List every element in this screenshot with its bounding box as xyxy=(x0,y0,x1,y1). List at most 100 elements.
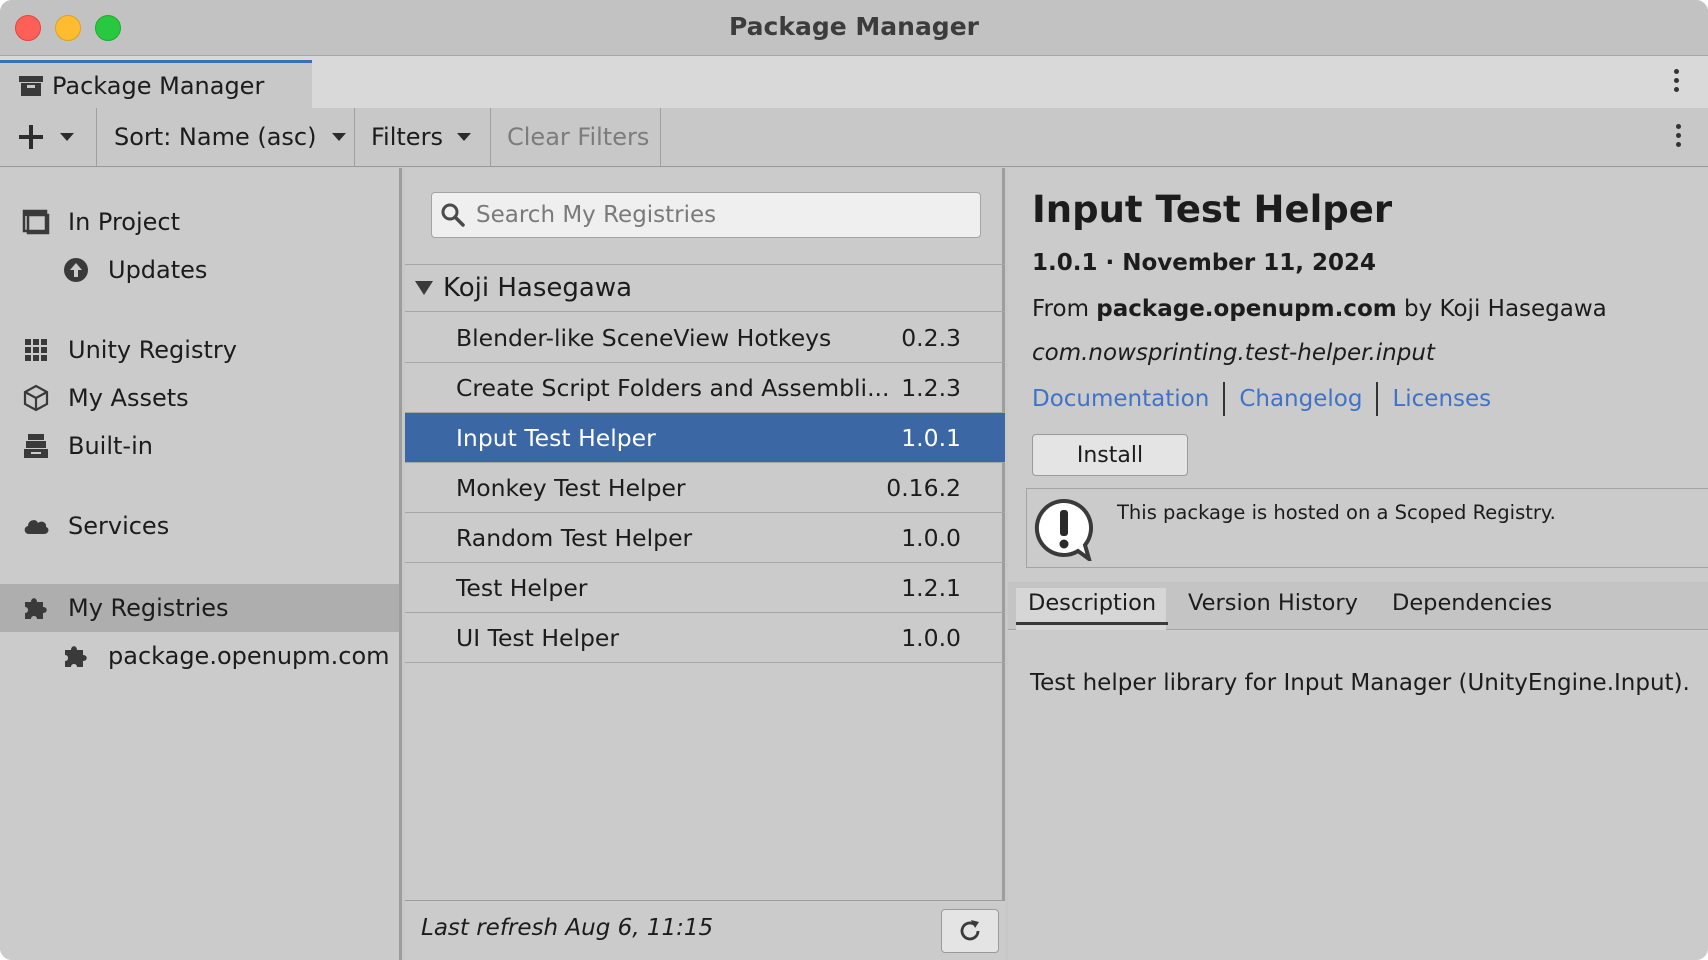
clear-filters-button[interactable]: Clear Filters xyxy=(491,108,661,166)
clear-filters-label: Clear Filters xyxy=(507,123,650,151)
sidebar-item-label: My Registries xyxy=(68,594,229,622)
chevron-down-icon xyxy=(456,133,471,141)
tab-package-manager[interactable]: Package Manager xyxy=(0,60,312,108)
package-version: 0.16.2 xyxy=(886,473,961,502)
package-id: com.nowsprinting.test-helper.input xyxy=(1032,340,1435,366)
package-name: Input Test Helper xyxy=(456,423,656,452)
tab-dependencies[interactable]: Dependencies xyxy=(1392,590,1552,616)
link-divider xyxy=(1223,382,1226,416)
toolbar-more-menu-icon[interactable] xyxy=(1674,124,1682,150)
expand-triangle-icon[interactable] xyxy=(415,281,433,295)
built-in-icon xyxy=(22,432,50,460)
add-package-dropdown[interactable] xyxy=(0,108,97,166)
group-header-koji-hasegawa[interactable]: Koji Hasegawa xyxy=(405,264,1005,312)
package-name: Random Test Helper xyxy=(456,523,693,552)
package-version: 1.0.1 xyxy=(901,423,961,452)
refresh-icon xyxy=(956,917,984,945)
tab-description[interactable]: Description xyxy=(1015,590,1169,625)
sidebar-item-label: Built-in xyxy=(68,432,153,460)
package-version: 1.0.0 xyxy=(901,623,961,652)
sidebar-item-label: package.openupm.com xyxy=(108,642,390,670)
package-version-date: 1.0.1 · November 11, 2024 xyxy=(1032,250,1377,276)
puzzle-icon xyxy=(22,594,50,622)
sort-dropdown[interactable]: Sort: Name (asc) xyxy=(97,108,355,166)
package-version: 1.2.3 xyxy=(901,373,961,402)
details-tabs: Description Version History Dependencies xyxy=(1008,582,1708,630)
sidebar-item-package-openupm[interactable]: package.openupm.com xyxy=(0,632,399,680)
licenses-link[interactable]: Licenses xyxy=(1392,386,1491,412)
tab-bar: Package Manager xyxy=(0,56,1708,108)
package-name: Blender-like SceneView Hotkeys xyxy=(456,323,832,352)
sidebar-item-label: Updates xyxy=(108,256,208,284)
package-version: 1.0.0 xyxy=(901,523,961,552)
package-box-icon xyxy=(18,74,44,98)
sidebar: In Project Updates Unity Registry My Ass… xyxy=(0,168,402,960)
package-title: Input Test Helper xyxy=(1032,188,1393,231)
search-icon xyxy=(440,202,466,228)
chevron-down-icon xyxy=(60,133,74,141)
sidebar-item-services[interactable]: Services xyxy=(0,502,399,550)
title-bar: Package Manager xyxy=(0,0,1708,56)
tab-label: Package Manager xyxy=(52,71,265,100)
documentation-link[interactable]: Documentation xyxy=(1032,386,1209,412)
filters-dropdown[interactable]: Filters xyxy=(355,108,491,166)
package-links: Documentation Changelog Licenses xyxy=(1032,382,1491,416)
package-row-selected[interactable]: Input Test Helper 1.0.1 xyxy=(405,413,1005,463)
scoped-registry-notice: This package is hosted on a Scoped Regis… xyxy=(1026,488,1708,568)
from-prefix: From xyxy=(1032,296,1089,322)
package-source: From package.openupm.com by Koji Hasegaw… xyxy=(1032,296,1607,322)
package-manager-window: Package Manager Package Manager Sort: Na… xyxy=(0,0,1708,960)
chevron-down-icon xyxy=(332,133,347,141)
sidebar-item-label: Services xyxy=(68,512,170,540)
install-button[interactable]: Install xyxy=(1032,434,1188,476)
grid-icon xyxy=(22,336,50,364)
in-project-icon xyxy=(22,208,50,236)
sidebar-item-updates[interactable]: Updates xyxy=(0,246,399,294)
notice-text: This package is hosted on a Scoped Regis… xyxy=(1117,501,1556,524)
sidebar-item-my-assets[interactable]: My Assets xyxy=(0,374,399,422)
tab-version-history[interactable]: Version History xyxy=(1188,590,1358,616)
package-row[interactable]: Test Helper 1.2.1 xyxy=(405,563,1005,613)
toolbar: Sort: Name (asc) Filters Clear Filters xyxy=(0,108,1708,167)
sidebar-item-label: My Assets xyxy=(68,384,189,412)
link-divider xyxy=(1376,382,1379,416)
package-name: UI Test Helper xyxy=(456,623,620,652)
tab-more-menu-icon[interactable] xyxy=(1672,69,1680,95)
registry-name: package.openupm.com xyxy=(1096,296,1397,322)
search-field[interactable] xyxy=(431,192,981,238)
sidebar-item-in-project[interactable]: In Project xyxy=(0,198,399,246)
filters-label: Filters xyxy=(371,123,443,151)
plus-icon xyxy=(18,124,44,150)
sidebar-item-label: Unity Registry xyxy=(68,336,237,364)
sidebar-item-unity-registry[interactable]: Unity Registry xyxy=(0,326,399,374)
package-row[interactable]: UI Test Helper 1.0.0 xyxy=(405,613,1005,663)
package-name: Create Script Folders and Assembli... xyxy=(456,373,890,402)
package-version: 0.2.3 xyxy=(901,323,961,352)
refresh-button[interactable] xyxy=(941,909,999,953)
package-list-panel: Koji Hasegawa Blender-like SceneView Hot… xyxy=(405,168,1005,960)
list-footer: Last refresh Aug 6, 11:15 xyxy=(405,900,1005,960)
sidebar-item-built-in[interactable]: Built-in xyxy=(0,422,399,470)
warning-icon xyxy=(1033,497,1095,565)
package-name: Monkey Test Helper xyxy=(456,473,686,502)
package-row[interactable]: Blender-like SceneView Hotkeys 0.2.3 xyxy=(405,313,1005,363)
package-description: Test helper library for Input Manager (U… xyxy=(1030,670,1690,696)
search-input[interactable] xyxy=(476,202,956,228)
package-name: Test Helper xyxy=(456,573,588,602)
author-text: by Koji Hasegawa xyxy=(1404,296,1607,322)
sidebar-item-label: In Project xyxy=(68,208,181,236)
package-row[interactable]: Monkey Test Helper 0.16.2 xyxy=(405,463,1005,513)
cube-icon xyxy=(22,384,50,412)
group-name: Koji Hasegawa xyxy=(443,273,633,303)
package-version: 1.2.1 xyxy=(901,573,961,602)
changelog-link[interactable]: Changelog xyxy=(1239,386,1362,412)
package-row[interactable]: Random Test Helper 1.0.0 xyxy=(405,513,1005,563)
puzzle-icon xyxy=(62,642,90,670)
package-details-panel: Input Test Helper 1.0.1 · November 11, 2… xyxy=(1008,168,1708,960)
sidebar-item-my-registries[interactable]: My Registries xyxy=(0,584,399,632)
last-refresh-text: Last refresh Aug 6, 11:15 xyxy=(421,915,714,941)
package-row[interactable]: Create Script Folders and Assembli... 1.… xyxy=(405,363,1005,413)
updates-icon xyxy=(62,256,90,284)
sort-label: Sort: Name (asc) xyxy=(114,123,317,151)
window-title: Package Manager xyxy=(729,12,979,41)
